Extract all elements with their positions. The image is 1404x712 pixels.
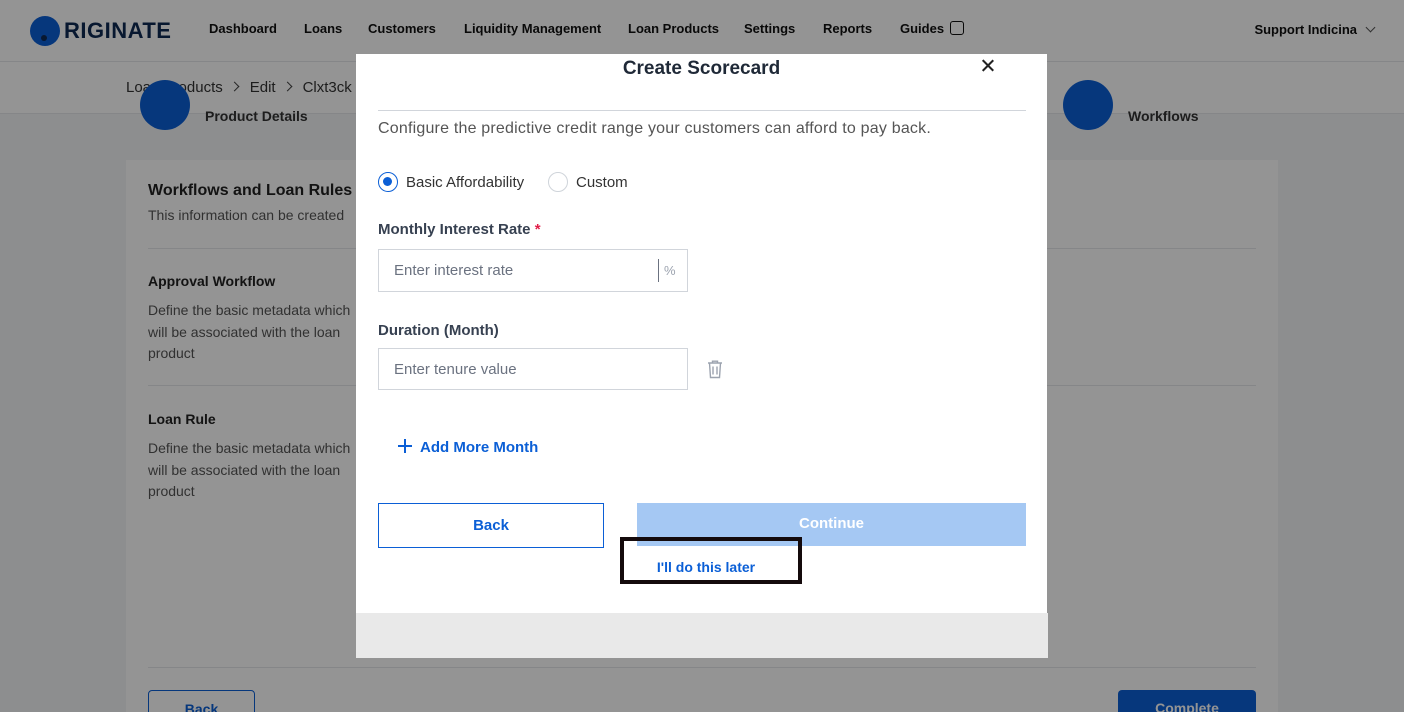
radio-basic-affordability[interactable] bbox=[378, 172, 398, 192]
close-icon[interactable] bbox=[979, 57, 997, 75]
plus-icon bbox=[398, 439, 412, 453]
add-more-month-button[interactable]: Add More Month bbox=[398, 439, 538, 456]
add-more-month-label: Add More Month bbox=[420, 439, 539, 456]
percent-suffix: % bbox=[664, 263, 676, 278]
interest-rate-label: Monthly Interest Rate * bbox=[378, 221, 541, 238]
create-scorecard-modal: Create Scorecard Configure the predictiv… bbox=[356, 54, 1047, 613]
modal-title: Create Scorecard bbox=[622, 58, 781, 79]
back-button[interactable]: Back bbox=[378, 503, 604, 548]
radio-label-basic-affordability[interactable]: Basic Affordability bbox=[406, 174, 524, 191]
trash-icon[interactable] bbox=[706, 359, 724, 379]
do-later-link[interactable]: I'll do this later bbox=[356, 559, 1056, 575]
interest-rate-label-text: Monthly Interest Rate bbox=[378, 221, 531, 238]
modal-divider bbox=[378, 110, 1026, 111]
duration-field bbox=[378, 348, 688, 390]
interest-rate-input[interactable] bbox=[379, 250, 657, 291]
radio-label-custom[interactable]: Custom bbox=[576, 174, 628, 191]
radio-custom[interactable] bbox=[548, 172, 568, 192]
suffix-divider bbox=[658, 259, 659, 282]
duration-label: Duration (Month) bbox=[378, 322, 499, 339]
modal-description: Configure the predictive credit range yo… bbox=[378, 120, 931, 137]
modal-footer-shadow bbox=[356, 613, 1048, 658]
interest-rate-field: % bbox=[378, 249, 688, 292]
duration-input[interactable] bbox=[379, 349, 679, 390]
required-marker: * bbox=[534, 221, 541, 238]
